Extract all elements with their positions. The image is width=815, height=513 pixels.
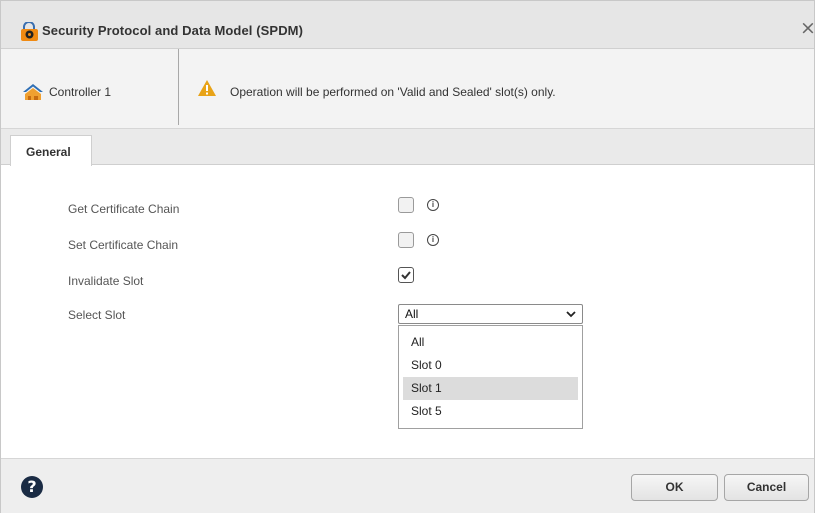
slot-options-list: All Slot 0 Slot 1 Slot 5 bbox=[398, 325, 583, 429]
controller-label: Controller 1 bbox=[49, 85, 112, 99]
set-certificate-chain-checkbox[interactable] bbox=[398, 232, 414, 248]
checkmark-icon bbox=[401, 271, 411, 280]
title-bar: Security Protocol and Data Model (SPDM) … bbox=[1, 1, 815, 49]
get-certificate-chain-label: Get Certificate Chain bbox=[68, 202, 180, 216]
tab-general[interactable]: General bbox=[10, 135, 92, 166]
ok-button[interactable]: OK bbox=[631, 474, 718, 501]
warning-icon bbox=[198, 80, 216, 96]
dialog-footer: ? OK Cancel bbox=[1, 458, 814, 513]
controller-icon bbox=[23, 84, 43, 100]
select-slot-label: Select Slot bbox=[68, 308, 126, 322]
close-button[interactable]: × bbox=[800, 18, 815, 38]
get-certificate-chain-checkbox[interactable] bbox=[398, 197, 414, 213]
warning-message: Operation will be performed on 'Valid an… bbox=[230, 85, 556, 99]
spdm-dialog: Security Protocol and Data Model (SPDM) … bbox=[0, 0, 815, 513]
select-slot-dropdown[interactable]: All bbox=[398, 304, 583, 324]
slot-option-all[interactable]: All bbox=[403, 331, 578, 354]
get-certificate-chain-info-icon[interactable]: i bbox=[427, 199, 439, 211]
header-divider bbox=[178, 49, 179, 125]
invalidate-slot-checkbox[interactable] bbox=[398, 267, 414, 283]
slot-option-slot-0[interactable]: Slot 0 bbox=[403, 354, 578, 377]
chevron-down-icon bbox=[566, 311, 576, 318]
set-certificate-chain-info-icon[interactable]: i bbox=[427, 234, 439, 246]
invalidate-slot-label: Invalidate Slot bbox=[68, 274, 144, 288]
select-slot-value: All bbox=[405, 307, 419, 321]
help-icon[interactable]: ? bbox=[21, 476, 43, 498]
info-header: Controller 1 Operation will be performed… bbox=[1, 49, 814, 129]
set-certificate-chain-label: Set Certificate Chain bbox=[68, 238, 179, 252]
slot-option-slot-5[interactable]: Slot 5 bbox=[403, 400, 578, 423]
slot-option-slot-1[interactable]: Slot 1 bbox=[403, 377, 578, 400]
lock-shield-icon bbox=[21, 22, 38, 41]
cancel-button[interactable]: Cancel bbox=[724, 474, 809, 501]
tab-bar: General bbox=[1, 129, 814, 166]
dialog-title: Security Protocol and Data Model (SPDM) bbox=[42, 23, 304, 38]
